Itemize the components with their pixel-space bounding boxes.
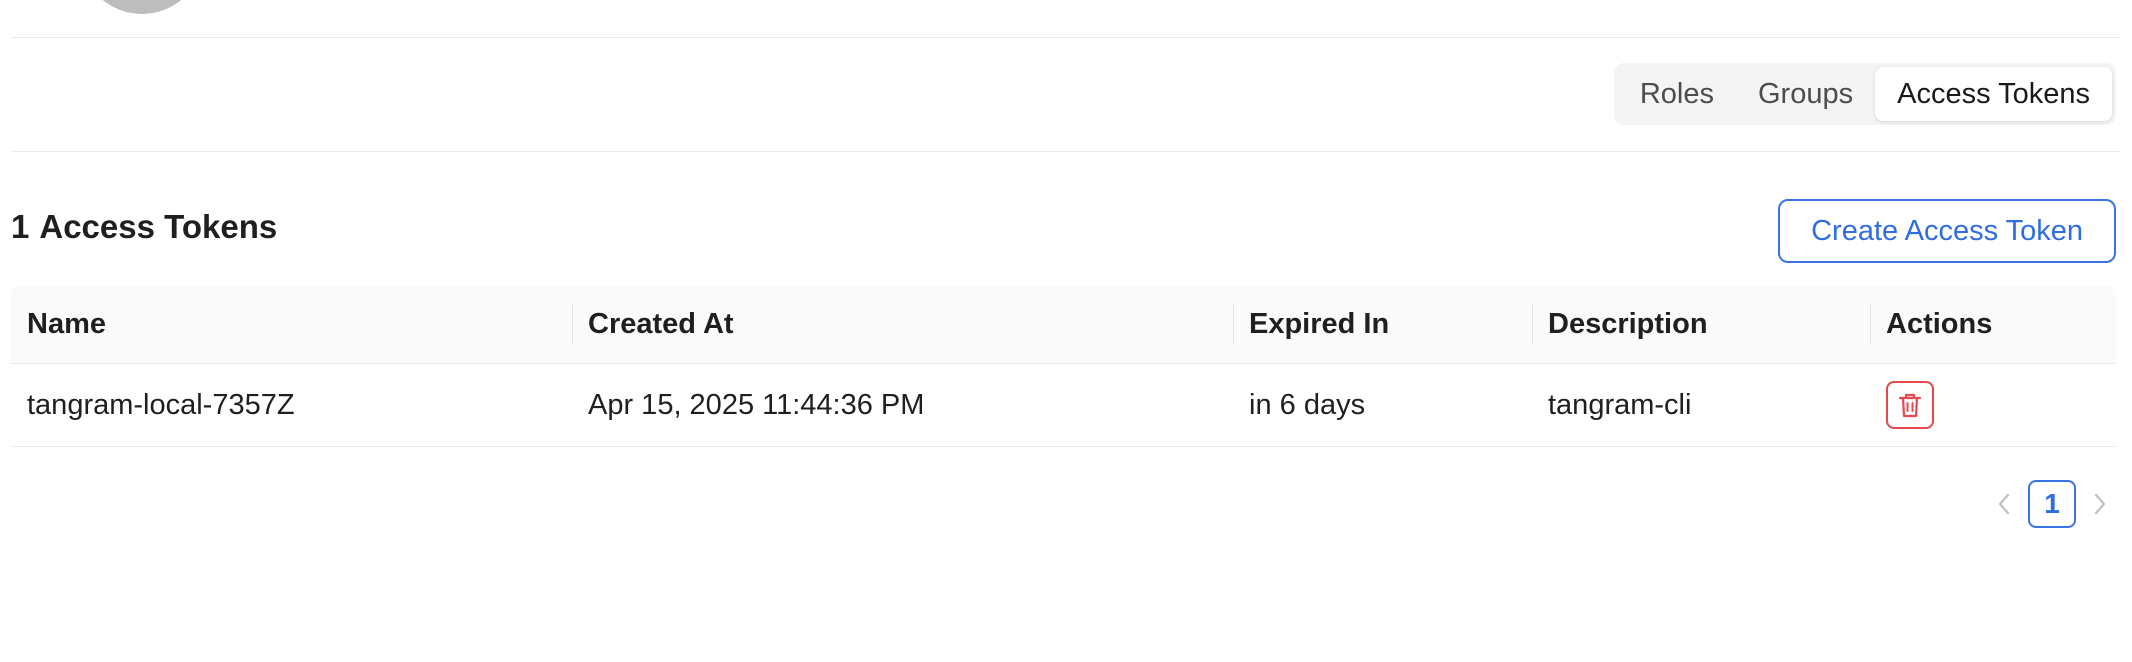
table-header: Name Created At Expired In Description A… [11, 286, 2116, 364]
pagination: 1 [1986, 480, 2118, 528]
column-header-created-at[interactable]: Created At [572, 286, 1233, 363]
tab-groups[interactable]: Groups [1736, 67, 1875, 121]
cell-created-at: Apr 15, 2025 11:44:36 PM [588, 388, 925, 421]
cell-name: tangram-local-7357Z [27, 388, 295, 421]
column-header-description[interactable]: Description [1532, 286, 1870, 363]
section-title-text: Access Tokens [39, 208, 278, 245]
tab-roles[interactable]: Roles [1618, 67, 1736, 121]
tab-access-tokens[interactable]: Access Tokens [1875, 67, 2112, 121]
cell-actions [1870, 381, 2116, 429]
next-page-button[interactable] [2082, 481, 2118, 527]
chevron-left-icon [1998, 493, 2010, 515]
divider [11, 37, 2121, 38]
prev-page-button[interactable] [1986, 481, 2022, 527]
token-count: 1 [11, 208, 30, 245]
trash-icon [1898, 393, 1922, 418]
column-header-name[interactable]: Name [11, 286, 572, 363]
column-header-actions: Actions [1870, 286, 2116, 363]
column-header-expired-in[interactable]: Expired In [1233, 286, 1532, 363]
table-row: tangram-local-7357Z Apr 15, 2025 11:44:3… [11, 364, 2116, 447]
access-tokens-table: Name Created At Expired In Description A… [11, 286, 2116, 447]
cell-expired-in: in 6 days [1249, 388, 1366, 421]
create-access-token-button[interactable]: Create Access Token [1778, 199, 2116, 263]
chevron-right-icon [2094, 493, 2106, 515]
page-button-current[interactable]: 1 [2028, 480, 2076, 528]
tab-switcher: Roles Groups Access Tokens [1613, 63, 2116, 125]
access-tokens-page: Roles Groups Access Tokens 1 Access Token… [0, 0, 2132, 662]
divider [11, 151, 2121, 152]
delete-token-button[interactable] [1886, 381, 1934, 429]
avatar [80, 0, 204, 14]
section-title: 1 Access Tokens [11, 208, 277, 246]
cell-description: tangram-cli [1548, 388, 1692, 421]
